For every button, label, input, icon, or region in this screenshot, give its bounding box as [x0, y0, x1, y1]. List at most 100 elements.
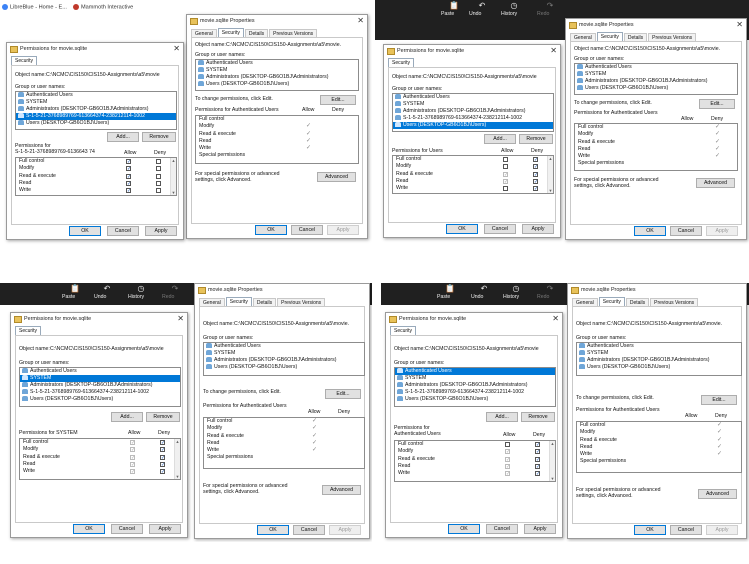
history-command[interactable]: ◷ History — [501, 1, 527, 17]
deny-checkbox[interactable]: ✓ — [535, 456, 540, 462]
list-item[interactable]: Administrators (DESKTOP-GB6O1BJ\Administ… — [395, 382, 555, 389]
undo-command[interactable]: ↶ Undo — [94, 284, 120, 300]
deny-checkbox[interactable]: ✓ — [533, 186, 538, 192]
allow-checkbox[interactable]: ✓ — [505, 471, 510, 477]
cancel-button[interactable]: Cancel — [291, 225, 323, 235]
close-icon[interactable]: ✕ — [550, 46, 557, 55]
list-item[interactable]: Users (DESKTOP-GB6O1BJ\Users) — [196, 81, 358, 88]
tab-security[interactable]: Security — [217, 28, 244, 37]
list-item[interactable]: SYSTEM — [575, 71, 737, 78]
undo-command[interactable]: ↶ Undo — [469, 1, 495, 17]
list-item[interactable]: Users (DESKTOP-GB6O1BJ\Users) — [204, 364, 364, 371]
user-list[interactable]: Authenticated Users SYSTEM Administrator… — [15, 91, 177, 130]
user-list[interactable]: Authenticated Users SYSTEM Administrator… — [576, 342, 742, 376]
history-command[interactable]: ◷ History — [128, 284, 154, 300]
list-item[interactable]: Users (DESKTOP-GB6O1BJ\Users) — [393, 122, 553, 129]
deny-checkbox[interactable] — [156, 166, 161, 172]
scrollbar[interactable]: ▲ ▼ — [547, 156, 553, 193]
cancel-button[interactable]: Cancel — [293, 525, 325, 535]
list-item[interactable]: Users (DESKTOP-GB6O1BJ\Users) — [16, 120, 176, 127]
allow-checkbox[interactable] — [503, 157, 508, 162]
list-item[interactable]: Users (DESKTOP-GB6O1BJ\Users) — [395, 396, 555, 403]
allow-checkbox[interactable]: ✓ — [505, 463, 510, 469]
close-icon[interactable]: ✕ — [736, 20, 743, 29]
cancel-button[interactable]: Cancel — [670, 226, 702, 236]
list-item[interactable]: Authenticated Users — [204, 343, 364, 350]
cancel-button[interactable]: Cancel — [670, 525, 702, 535]
remove-button[interactable]: Remove — [146, 412, 180, 422]
list-item[interactable]: SYSTEM — [20, 375, 180, 382]
list-item[interactable]: SYSTEM — [204, 350, 364, 357]
edit-button[interactable]: Edit... — [320, 95, 356, 105]
allow-checkbox[interactable]: ✓ — [130, 469, 135, 475]
apply-button[interactable]: Apply — [706, 226, 738, 236]
user-list[interactable]: Authenticated Users SYSTEM Administrator… — [394, 367, 556, 407]
list-item[interactable]: S-1-5-21-3768989769-613664374-238212114-… — [393, 115, 553, 122]
remove-button[interactable]: Remove — [521, 412, 555, 422]
list-item[interactable]: Authenticated Users — [196, 60, 358, 67]
redo-command[interactable]: ↷ Redo — [537, 1, 563, 17]
list-item[interactable]: S-1-5-21-3768989769-613664374-238212114-… — [20, 389, 180, 396]
deny-checkbox[interactable]: ✓ — [160, 447, 165, 453]
paste-command[interactable]: 📋 Paste — [62, 284, 88, 300]
allow-checkbox[interactable] — [503, 164, 508, 170]
list-item[interactable]: Administrators (DESKTOP-GB6O1BJ\Administ… — [393, 108, 553, 115]
deny-checkbox[interactable] — [156, 159, 161, 164]
deny-checkbox[interactable]: ✓ — [533, 164, 538, 170]
paste-command[interactable]: 📋 Paste — [437, 284, 463, 300]
close-icon[interactable]: ✕ — [357, 16, 364, 25]
list-item[interactable]: Administrators (DESKTOP-GB6O1BJ\Administ… — [575, 78, 737, 85]
list-item[interactable]: SYSTEM — [393, 101, 553, 108]
deny-checkbox[interactable]: ✓ — [535, 449, 540, 455]
list-item[interactable]: Users (DESKTOP-GB6O1BJ\Users) — [20, 396, 180, 403]
deny-checkbox[interactable] — [156, 180, 161, 186]
redo-command[interactable]: ↷ Redo — [537, 284, 563, 300]
allow-checkbox[interactable]: ✓ — [505, 456, 510, 462]
allow-checkbox[interactable]: ✓ — [126, 180, 131, 186]
allow-checkbox[interactable]: ✓ — [503, 178, 508, 184]
list-item[interactable]: Users (DESKTOP-GB6O1BJ\Users) — [575, 85, 737, 92]
ok-button[interactable]: OK — [634, 226, 666, 236]
allow-checkbox[interactable]: ✓ — [130, 447, 135, 453]
user-list[interactable]: Authenticated Users SYSTEM Administrator… — [392, 93, 554, 132]
apply-button[interactable]: Apply — [524, 524, 556, 534]
list-item[interactable]: Authenticated Users — [16, 92, 176, 99]
deny-checkbox[interactable]: ✓ — [160, 469, 165, 475]
close-icon[interactable]: ✕ — [552, 314, 559, 323]
allow-checkbox[interactable]: ✓ — [130, 454, 135, 460]
redo-command[interactable]: ↷ Redo — [162, 284, 188, 300]
list-item[interactable]: Authenticated Users — [20, 368, 180, 375]
scrollbar[interactable]: ▲ ▼ — [170, 158, 176, 195]
edit-button[interactable]: Edit... — [325, 389, 361, 399]
deny-checkbox[interactable]: ✓ — [535, 442, 540, 448]
ok-button[interactable]: OK — [448, 524, 480, 534]
advanced-button[interactable]: Advanced — [317, 172, 356, 182]
cancel-button[interactable]: Cancel — [486, 524, 518, 534]
list-item[interactable]: Administrators (DESKTOP-GB6O1BJ\Administ… — [577, 357, 741, 364]
list-item[interactable]: Authenticated Users — [575, 64, 737, 71]
apply-button[interactable]: Apply — [329, 525, 361, 535]
close-icon[interactable]: ✕ — [173, 44, 180, 53]
close-icon[interactable]: ✕ — [177, 314, 184, 323]
deny-checkbox[interactable]: ✓ — [533, 178, 538, 184]
edit-button[interactable]: Edit... — [699, 99, 735, 109]
ok-button[interactable]: OK — [634, 525, 666, 535]
remove-button[interactable]: Remove — [142, 132, 176, 142]
add-button[interactable]: Add... — [484, 134, 516, 144]
ok-button[interactable]: OK — [73, 524, 105, 534]
allow-checkbox[interactable]: ✓ — [126, 188, 131, 194]
deny-checkbox[interactable] — [156, 173, 161, 179]
cancel-button[interactable]: Cancel — [484, 224, 516, 234]
tab-security[interactable]: Security — [15, 326, 42, 335]
add-button[interactable]: Add... — [111, 412, 143, 422]
list-item[interactable]: SYSTEM — [196, 67, 358, 74]
list-item[interactable]: Administrators (DESKTOP-GB6O1BJ\Administ… — [196, 74, 358, 81]
user-list[interactable]: Authenticated Users SYSTEM Administrator… — [574, 63, 738, 95]
list-item[interactable]: SYSTEM — [577, 350, 741, 357]
user-list[interactable]: Authenticated Users SYSTEM Administrator… — [19, 367, 181, 407]
paste-command[interactable]: 📋 Paste — [441, 1, 467, 17]
list-item[interactable]: S-1-5-21-3768989769-613664374-238212114-… — [16, 113, 176, 120]
scrollbar[interactable]: ▲ ▼ — [174, 439, 180, 479]
deny-checkbox[interactable]: ✓ — [533, 157, 538, 163]
allow-checkbox[interactable] — [503, 186, 508, 192]
